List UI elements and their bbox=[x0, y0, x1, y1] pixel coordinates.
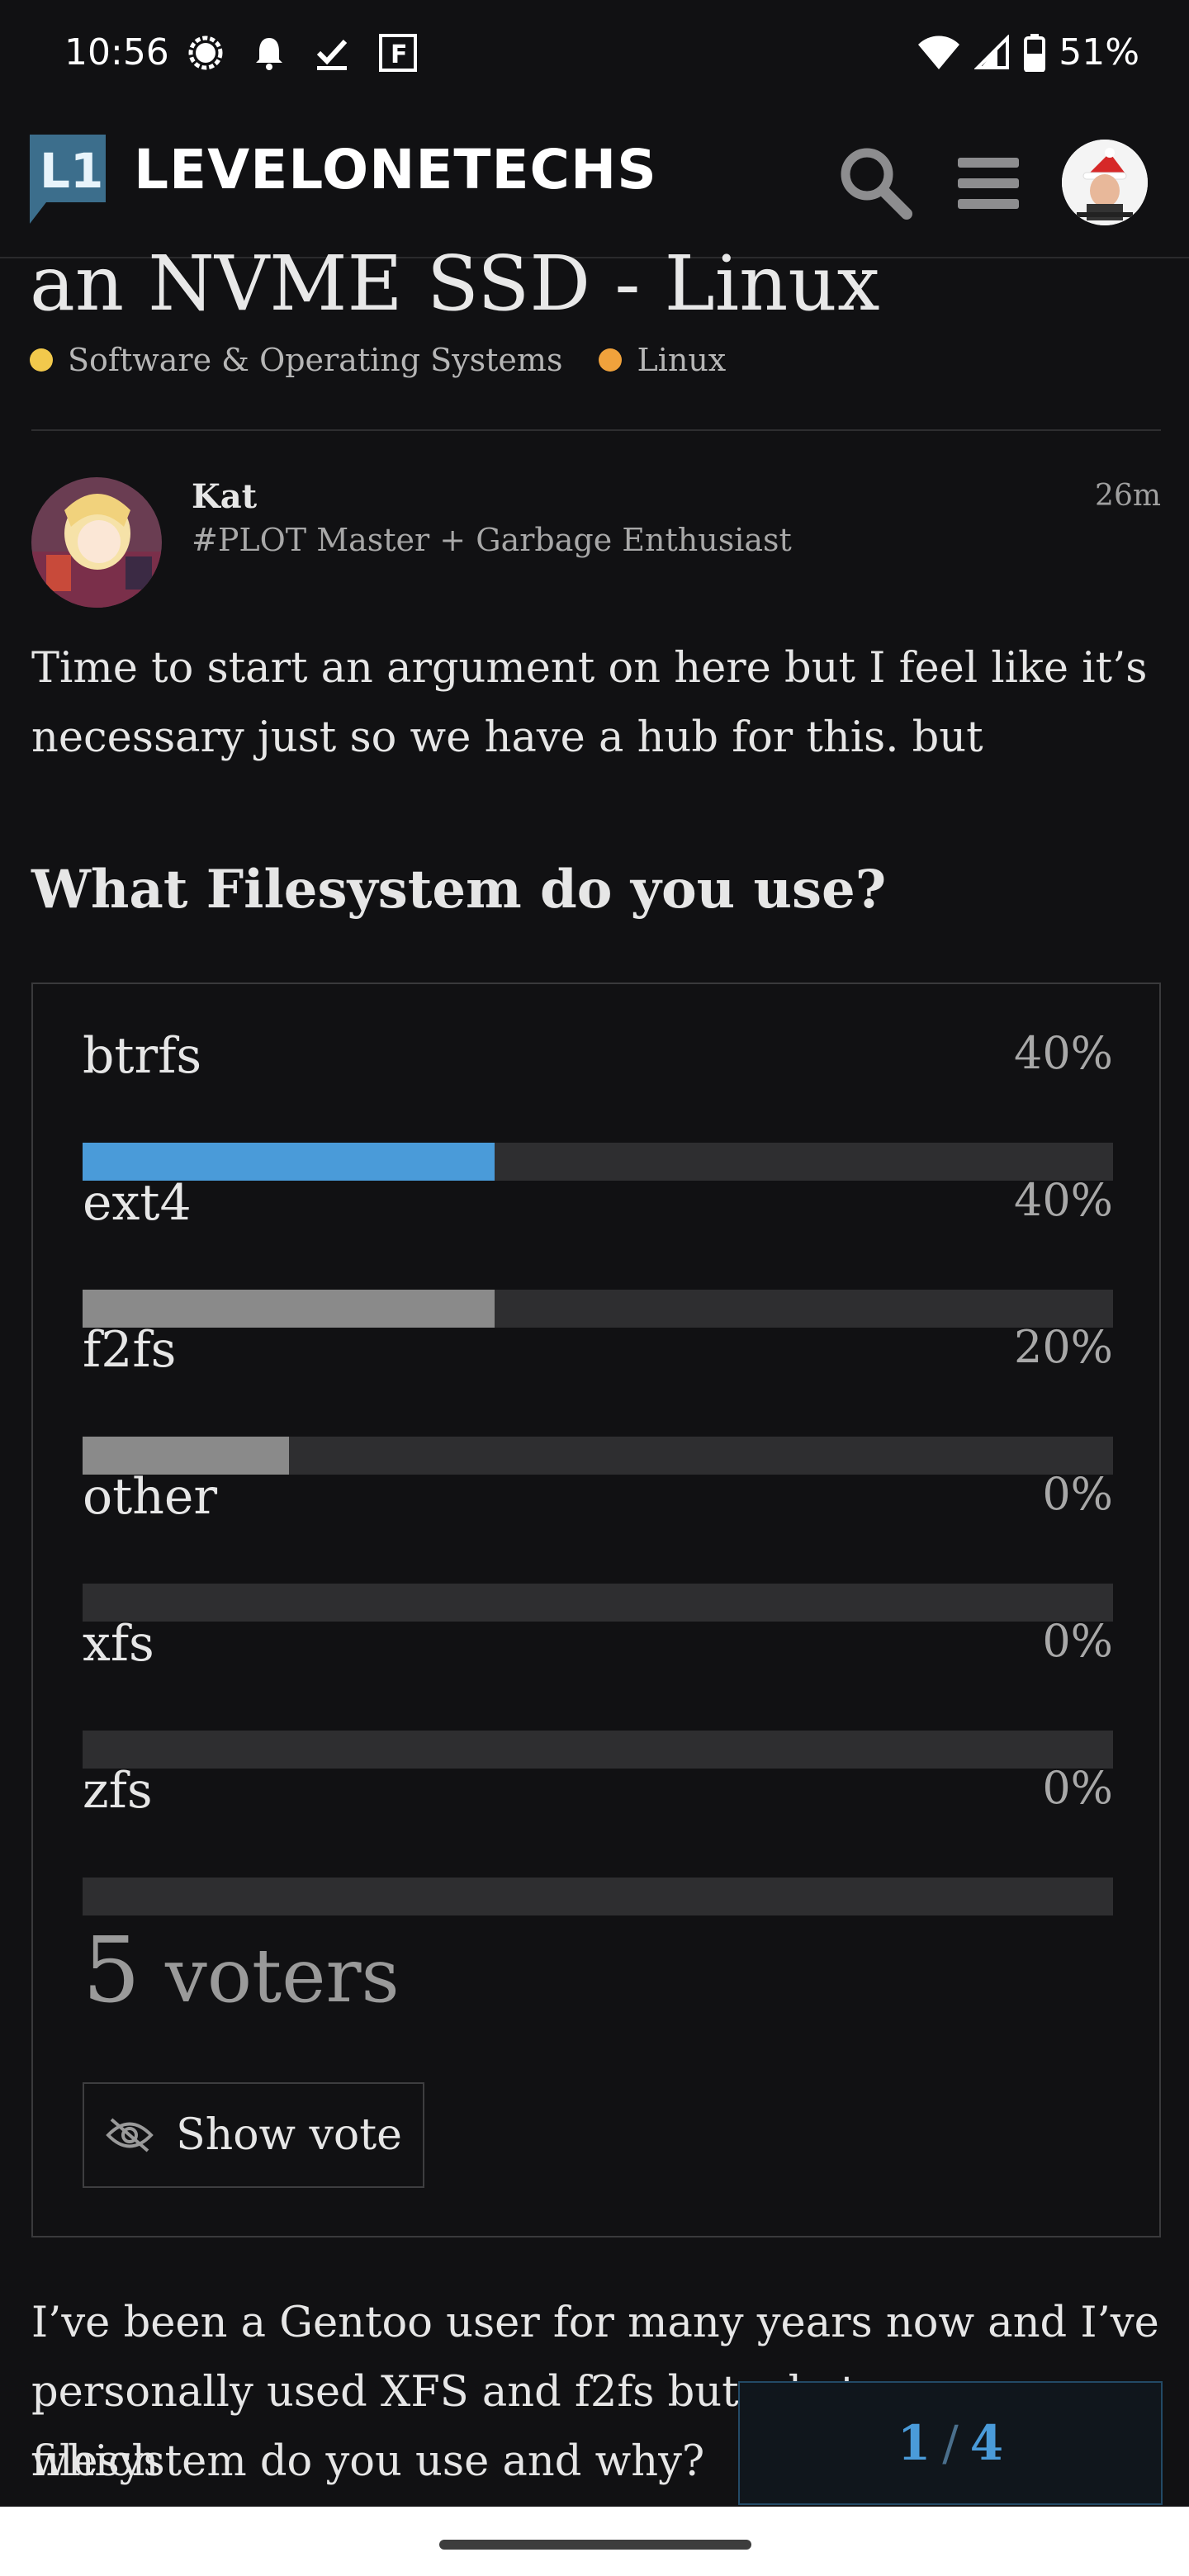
cell-signal-icon bbox=[974, 34, 1010, 69]
battery-percent: 51% bbox=[1059, 31, 1139, 73]
wifi-icon bbox=[918, 36, 960, 69]
status-bar: 10:56 F 51% bbox=[0, 0, 1189, 111]
post-intro-text: Time to start an argument on here but I … bbox=[31, 644, 1148, 762]
post-author-avatar[interactable] bbox=[31, 477, 162, 608]
home-indicator[interactable] bbox=[439, 2540, 751, 2550]
site-header: L1 LEVELONETECHS bbox=[0, 111, 1189, 258]
site-brand[interactable]: LEVELONETECHS bbox=[134, 138, 657, 201]
poll-bar-track bbox=[83, 1143, 1113, 1181]
author-avatar-image bbox=[31, 477, 162, 608]
system-icons: 51% bbox=[917, 31, 1139, 73]
user-avatar-button[interactable] bbox=[1062, 140, 1148, 225]
menu-icon bbox=[958, 158, 1019, 209]
category-label: Linux bbox=[637, 342, 727, 378]
poll-option-label: zfs bbox=[83, 1762, 153, 1820]
progress-total: 4 bbox=[969, 2415, 1004, 2471]
poll-option-percent: 20% bbox=[1013, 1321, 1113, 1373]
poll-option-label: xfs bbox=[83, 1615, 154, 1673]
category-dot bbox=[599, 348, 623, 372]
poll-bar-track bbox=[83, 1731, 1113, 1769]
poll-option-label: other bbox=[83, 1468, 218, 1526]
search-button[interactable] bbox=[836, 143, 913, 220]
poll-bar-track bbox=[83, 1584, 1113, 1622]
post-username[interactable]: Kat bbox=[192, 477, 257, 516]
levelone-logo[interactable]: L1 bbox=[28, 133, 107, 225]
poll-question: What Filesystem do you use? bbox=[31, 859, 887, 921]
poll-option-percent: 40% bbox=[1013, 1174, 1113, 1226]
category-label: Software & Operating Systems bbox=[68, 342, 563, 378]
user-avatar-image bbox=[1062, 140, 1148, 225]
show-vote-button[interactable]: Show vote bbox=[83, 2082, 424, 2188]
voters-count: 5 bbox=[83, 1917, 140, 2023]
svg-text:F: F bbox=[391, 40, 408, 69]
poll-option-label: f2fs bbox=[83, 1321, 177, 1379]
poll-bar-track bbox=[83, 1437, 1113, 1475]
category-software-os[interactable]: Software & Operating Systems bbox=[30, 342, 562, 378]
poll-option-label: ext4 bbox=[83, 1174, 192, 1232]
poll-voters: 5 voters bbox=[83, 1917, 400, 2023]
progress-current: 1 bbox=[897, 2415, 931, 2471]
poll-option-percent: 0% bbox=[1042, 1615, 1113, 1667]
battery-icon bbox=[1024, 33, 1046, 72]
poll-option-percent: 40% bbox=[1013, 1027, 1113, 1079]
topic-categories: Software & Operating Systems Linux bbox=[30, 342, 762, 378]
poll-option-percent: 0% bbox=[1042, 1762, 1113, 1814]
divider bbox=[31, 429, 1161, 431]
poll-option-percent: 0% bbox=[1042, 1468, 1113, 1520]
voters-label: voters bbox=[165, 1933, 400, 2020]
poll-container: btrfs 40% ext4 40% f2fs 20% other 0% xfs… bbox=[31, 983, 1161, 2237]
progress-separator: / bbox=[942, 2415, 959, 2471]
poll-bar-track bbox=[83, 1290, 1113, 1328]
topic-progress-indicator[interactable]: 1 / 4 bbox=[738, 2381, 1163, 2505]
signal-app-icon bbox=[188, 36, 223, 70]
notification-icons: F bbox=[187, 33, 418, 73]
poll-bar-track bbox=[83, 1878, 1113, 1915]
poll-option-label: btrfs bbox=[83, 1027, 202, 1085]
check-icon bbox=[316, 39, 348, 70]
status-time: 10:56 bbox=[64, 31, 169, 73]
category-dot bbox=[30, 348, 53, 372]
bell-icon bbox=[256, 38, 282, 70]
category-linux[interactable]: Linux bbox=[599, 342, 726, 378]
post-body-line-1: I’ve been a Gentoo user for many years n… bbox=[31, 2299, 1159, 2347]
f-box-icon: F bbox=[379, 34, 417, 72]
post-timestamp[interactable]: 26m bbox=[1095, 479, 1161, 513]
hamburger-menu-button[interactable] bbox=[955, 154, 1022, 212]
search-icon bbox=[841, 148, 912, 220]
topic-title[interactable]: an NVME SSD - Linux bbox=[30, 239, 880, 328]
post-user-title: #PLOT Master + Garbage Enthusiast bbox=[192, 522, 792, 558]
eye-slash-icon bbox=[106, 2118, 154, 2152]
show-vote-label: Show vote bbox=[176, 2110, 402, 2160]
logo-text: L1 bbox=[40, 143, 103, 199]
